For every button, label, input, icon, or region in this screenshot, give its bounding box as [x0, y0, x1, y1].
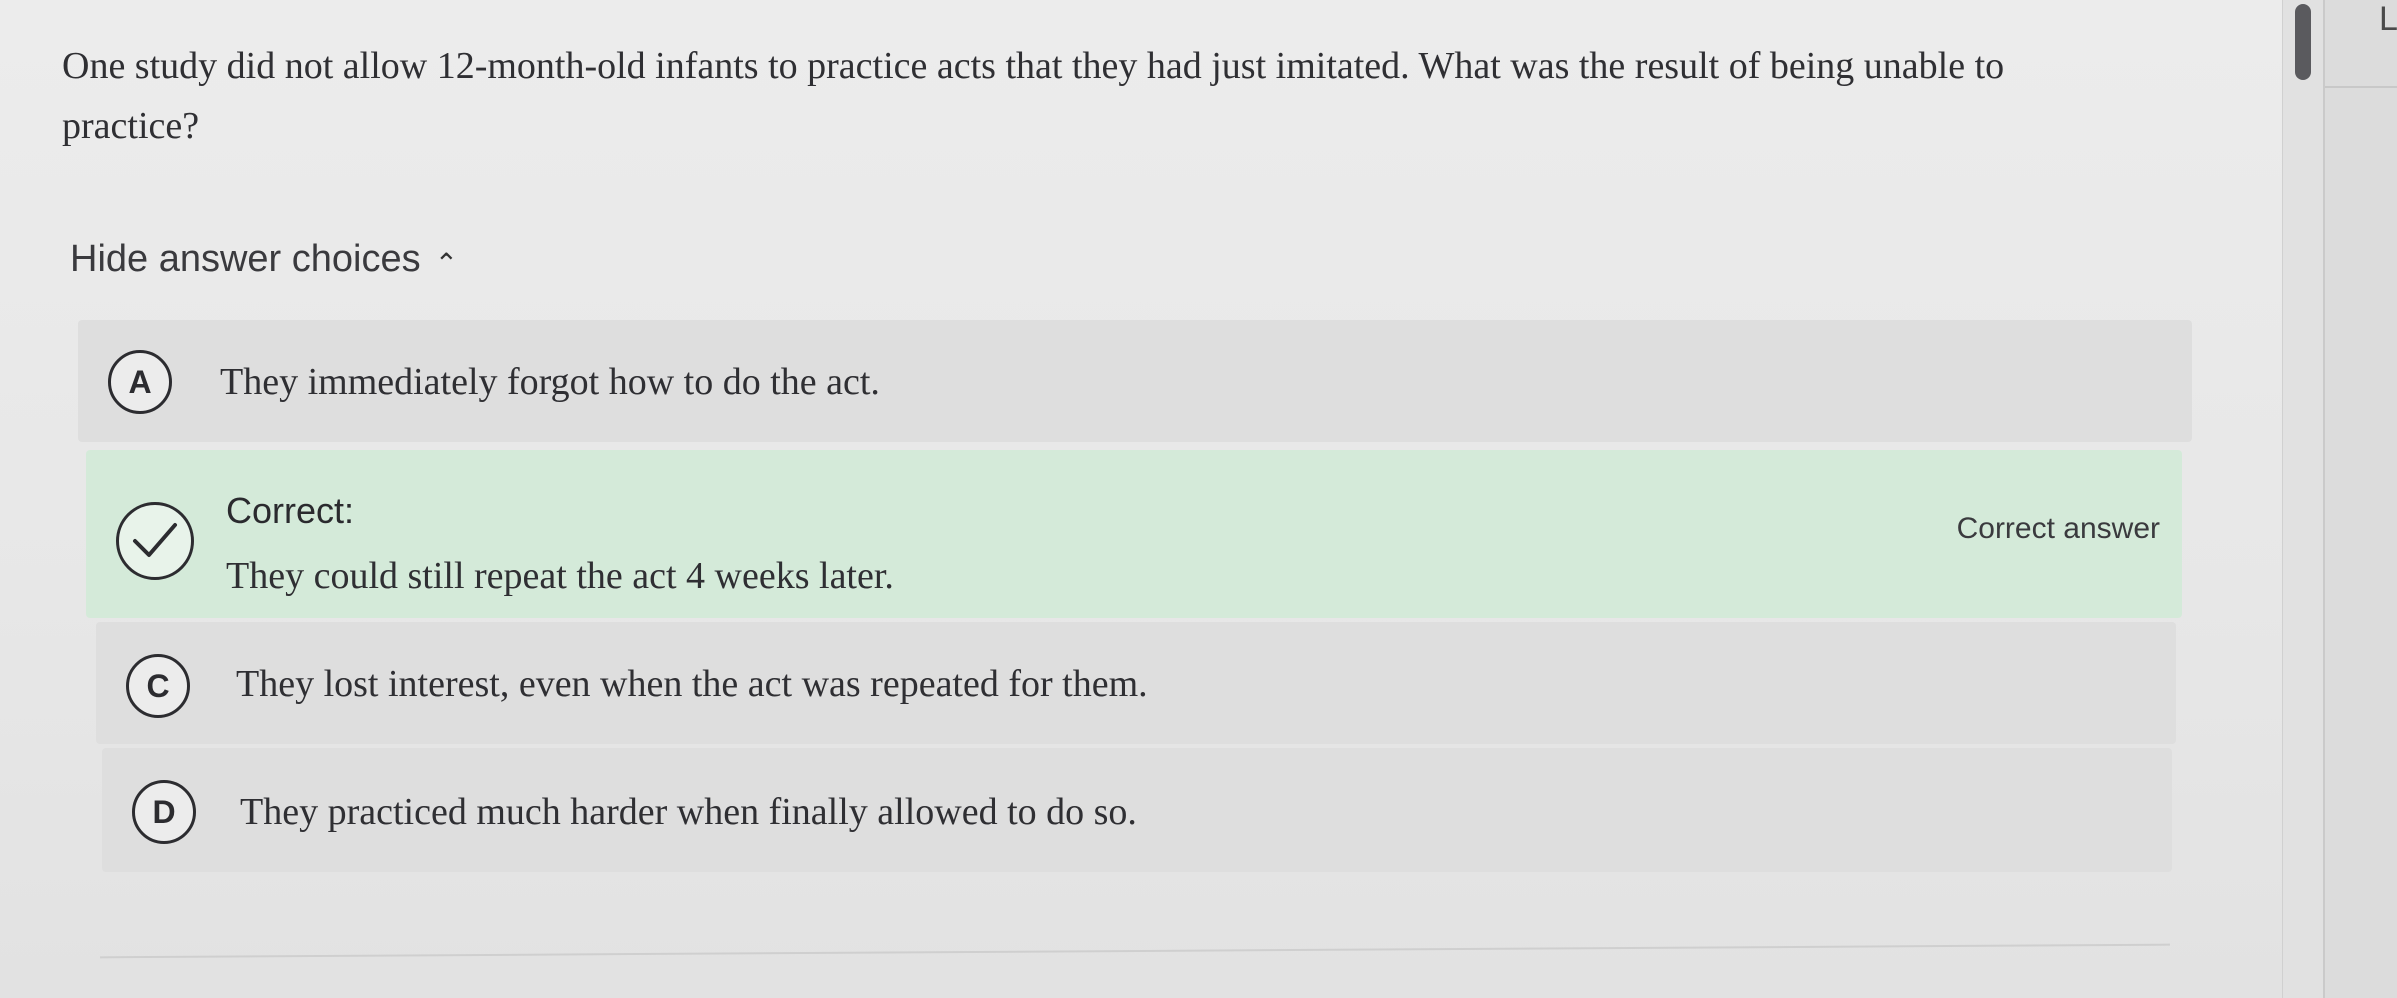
answer-choice-a[interactable]: A They immediately forgot how to do the …: [78, 320, 2192, 442]
choice-letter-badge: D: [132, 780, 196, 844]
answer-choice-d[interactable]: D They practiced much harder when finall…: [102, 748, 2172, 872]
chevron-up-icon: ⌃: [434, 248, 459, 279]
question-text: One study did not allow 12-month-old inf…: [62, 45, 2005, 147]
scrollbar-thumb[interactable]: [2295, 4, 2311, 80]
right-side-panel: L: [2323, 0, 2397, 998]
answer-choice-c[interactable]: C They lost interest, even when the act …: [96, 622, 2176, 744]
hide-answer-choices-toggle[interactable]: Hide answer choices ⌃: [70, 238, 458, 281]
answer-choice-b-correct[interactable]: Correct: They could still repeat the act…: [86, 450, 2182, 618]
toggle-label: Hide answer choices: [70, 238, 421, 280]
panel-divider: [2325, 86, 2397, 88]
choice-text: They lost interest, even when the act wa…: [236, 663, 1148, 705]
choice-text: They immediately forgot how to do the ac…: [220, 361, 880, 403]
choice-letter-badge: A: [108, 350, 172, 414]
divider: [100, 943, 2170, 959]
correct-answer-tag: Correct answer: [1956, 512, 2160, 545]
check-circle-icon: [116, 502, 194, 580]
choice-text: They could still repeat the act 4 weeks …: [226, 555, 894, 597]
scrollbar-track[interactable]: [2282, 0, 2323, 998]
choice-letter-badge: C: [126, 654, 190, 718]
correct-status-label: Correct:: [226, 490, 355, 531]
quiz-page: One study did not allow 12-month-old inf…: [0, 0, 2397, 998]
choice-text: They practiced much harder when finally …: [240, 791, 1137, 833]
panel-glyph: L: [2379, 0, 2397, 38]
